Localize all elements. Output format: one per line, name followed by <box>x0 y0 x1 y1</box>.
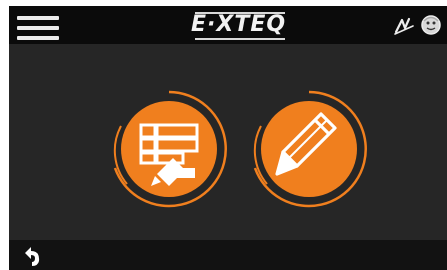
document-list-tile[interactable] <box>105 86 233 212</box>
back-arrow-icon[interactable] <box>19 244 43 268</box>
menu-line <box>17 26 59 30</box>
menu-line <box>17 16 59 20</box>
main-content <box>9 44 447 240</box>
top-bar: E·XTEQ <box>9 6 447 44</box>
signature-icon[interactable] <box>393 14 415 36</box>
app-screen: E·XTEQ <box>0 0 447 270</box>
tile-circle <box>261 101 357 197</box>
hamburger-menu-icon[interactable] <box>17 16 59 42</box>
brand-logo: E·XTEQ <box>191 12 287 37</box>
edit-pencil-tile[interactable] <box>245 86 373 212</box>
logo-underline-bottom <box>195 38 285 40</box>
menu-line <box>17 36 59 40</box>
screen-frame-left <box>0 0 9 270</box>
face-icon[interactable] <box>420 14 442 36</box>
bottom-bar <box>9 240 447 270</box>
